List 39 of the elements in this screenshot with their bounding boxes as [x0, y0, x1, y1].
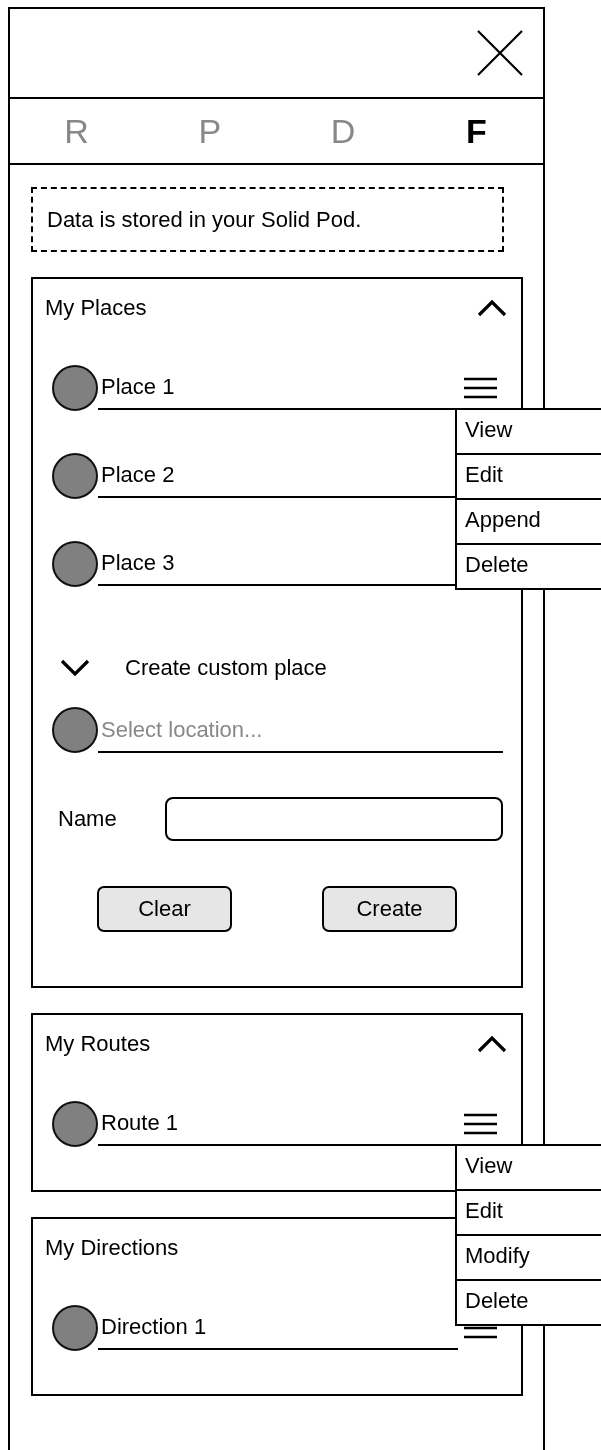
- chevron-up-icon[interactable]: [477, 1035, 507, 1053]
- location-field[interactable]: Select location...: [98, 709, 503, 753]
- custom-place-title[interactable]: Create custom place: [125, 655, 327, 681]
- menu-item[interactable]: Edit: [457, 453, 601, 498]
- list-item[interactable]: Direction 1: [98, 1312, 458, 1350]
- item-dot-icon: [52, 707, 98, 753]
- chevron-down-icon[interactable]: [60, 659, 90, 677]
- clear-button[interactable]: Clear: [97, 886, 232, 932]
- menu-item[interactable]: Append: [457, 498, 601, 543]
- item-dot-icon: [52, 365, 98, 411]
- item-dot-icon: [52, 541, 98, 587]
- menu-icon[interactable]: [463, 377, 498, 399]
- tab[interactable]: F: [409, 111, 543, 151]
- menu-icon[interactable]: [463, 1113, 498, 1135]
- list-item[interactable]: Place 3: [98, 548, 458, 586]
- name-field[interactable]: [165, 797, 503, 841]
- section-title: My Places: [45, 295, 147, 321]
- create-button[interactable]: Create: [322, 886, 457, 932]
- menu-item[interactable]: View: [457, 1146, 601, 1189]
- item-dot-icon: [52, 453, 98, 499]
- section-title: My Routes: [45, 1031, 151, 1057]
- name-label: Name: [58, 806, 118, 832]
- section-title: My Directions: [45, 1235, 179, 1261]
- list-item[interactable]: Route 1: [98, 1108, 458, 1146]
- storage-notice: Data is stored in your Solid Pod.: [31, 187, 504, 252]
- menu-item[interactable]: Modify: [457, 1234, 601, 1279]
- item-dot-icon: [52, 1101, 98, 1147]
- list-item[interactable]: Place 2: [98, 460, 458, 498]
- menu-item[interactable]: View: [457, 410, 601, 453]
- tab[interactable]: P: [143, 111, 277, 151]
- menu-item[interactable]: Delete: [457, 1279, 601, 1324]
- close-icon[interactable]: [477, 30, 523, 76]
- menu-item[interactable]: Delete: [457, 543, 601, 588]
- list-item[interactable]: Place 1: [98, 372, 458, 410]
- tab[interactable]: R: [10, 111, 144, 151]
- chevron-up-icon[interactable]: [477, 299, 507, 317]
- tab[interactable]: D: [276, 111, 410, 151]
- item-dot-icon: [52, 1305, 98, 1351]
- menu-item[interactable]: Edit: [457, 1189, 601, 1234]
